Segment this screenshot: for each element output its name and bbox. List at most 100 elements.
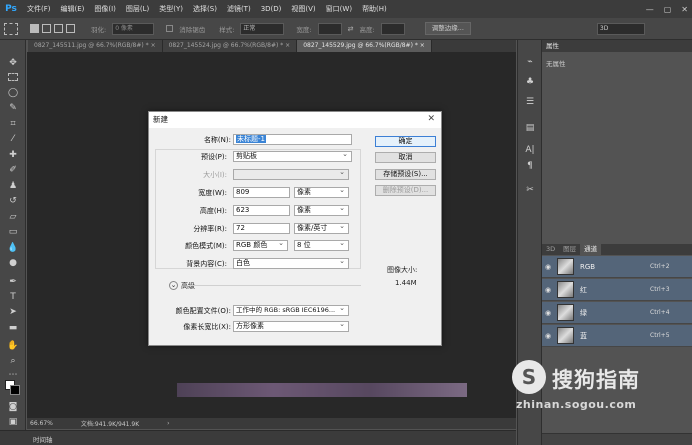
width-unit-select[interactable]: 像素 <box>294 186 349 198</box>
properties-icon[interactable]: ✂ <box>524 184 536 196</box>
advanced-toggle-icon[interactable]: ⌄ <box>169 281 178 290</box>
actions-icon[interactable]: ♣ <box>524 76 536 88</box>
doc-tab-3[interactable]: 0827_145529.jpg @ 66.7%(RGB/8#) * × <box>297 40 432 52</box>
eye-icon[interactable]: ◉ <box>542 332 554 340</box>
dodge-tool-icon[interactable]: ● <box>7 258 19 268</box>
properties-tab[interactable]: 属性 <box>542 40 692 52</box>
menu-edit[interactable]: 编辑(E) <box>56 0 90 18</box>
eye-icon[interactable]: ◉ <box>542 286 554 294</box>
height-unit-select[interactable]: 像素 <box>294 204 349 216</box>
menu-image[interactable]: 图像(I) <box>89 0 121 18</box>
cancel-button[interactable]: 取消 <box>375 152 436 163</box>
history-brush-icon[interactable]: ↺ <box>7 196 19 206</box>
eraser-tool-icon[interactable]: ▱ <box>7 212 19 222</box>
quick-select-tool-icon[interactable]: ✎ <box>7 103 19 113</box>
timeline-tab[interactable]: 时间轴 <box>33 434 53 444</box>
channel-row-red[interactable]: ◉ 红 Ctrl+3 <box>542 279 692 301</box>
aspect-select[interactable]: 方形像素 <box>233 320 349 332</box>
blur-tool-icon[interactable]: 💧 <box>7 243 19 253</box>
marquee-tool-icon[interactable] <box>4 22 18 35</box>
workspace-select[interactable]: 3D <box>596 22 645 35</box>
tab-layers[interactable]: 图层 <box>559 244 580 255</box>
minimize-icon[interactable]: — <box>646 5 654 14</box>
marquee-tool-icon[interactable] <box>8 73 18 81</box>
width-input[interactable] <box>317 22 342 35</box>
feather-input[interactable]: 0 像素 <box>112 22 155 35</box>
eye-icon[interactable]: ◉ <box>542 309 554 317</box>
doc-tab-2[interactable]: 0827_145524.jpg @ 66.7%(RGB/8#) * × <box>162 40 298 52</box>
status-arrow-icon[interactable]: › <box>167 420 169 427</box>
bit-depth-select[interactable]: 8 位 <box>294 239 349 251</box>
pen-tool-icon[interactable]: ✒ <box>7 277 19 287</box>
healing-tool-icon[interactable]: ✚ <box>7 150 19 160</box>
height-input[interactable] <box>380 22 405 35</box>
swap-icon[interactable]: ⇄ <box>348 25 354 33</box>
height-input[interactable]: 623 <box>233 205 290 216</box>
background-color-swatch[interactable] <box>10 385 20 395</box>
menu-3d[interactable]: 3D(D) <box>256 0 287 18</box>
tab-close-icon[interactable]: × <box>285 42 290 49</box>
name-input[interactable]: 未标题-1 <box>233 134 352 145</box>
menu-select[interactable]: 选择(S) <box>188 0 222 18</box>
hand-tool-icon[interactable]: ✋ <box>7 341 19 351</box>
menu-type[interactable]: 类型(Y) <box>154 0 188 18</box>
delete-preset-button[interactable]: 删除预设(D)... <box>375 185 436 196</box>
color-mode-select[interactable]: RGB 颜色 <box>233 239 288 251</box>
history-icon[interactable]: ⌁ <box>524 56 536 68</box>
background-select[interactable]: 白色 <box>233 257 349 269</box>
adjustments-icon[interactable]: ☰ <box>524 96 536 108</box>
menu-view[interactable]: 视图(V) <box>286 0 320 18</box>
profile-select[interactable]: 工作中的 RGB: sRGB IEC6196... <box>233 305 349 316</box>
edit-toolbar-icon[interactable]: ⋯ <box>7 370 19 380</box>
screen-mode-icon[interactable]: ▣ <box>7 417 19 427</box>
antialias-checkbox[interactable] <box>166 25 174 32</box>
menu-file[interactable]: 文件(F) <box>22 0 56 18</box>
lasso-tool-icon[interactable]: ◯ <box>7 88 19 98</box>
width-input[interactable]: 809 <box>233 187 290 198</box>
style-select[interactable]: 正常 <box>240 22 285 35</box>
save-preset-button[interactable]: 存储预设(S)... <box>375 169 436 180</box>
preset-select[interactable]: 剪贴板 <box>233 150 352 162</box>
tab-close-icon[interactable]: × <box>151 42 156 49</box>
menu-window[interactable]: 窗口(W) <box>321 0 357 18</box>
paragraph-icon[interactable]: ¶ <box>524 160 536 172</box>
refine-edge-button[interactable]: 调整边缘... <box>424 22 471 35</box>
type-tool-icon[interactable]: T <box>7 292 19 302</box>
gradient-tool-icon[interactable]: ▭ <box>7 227 19 237</box>
menu-help[interactable]: 帮助(H) <box>357 0 392 18</box>
eyedropper-tool-icon[interactable]: ⁄ <box>7 134 19 144</box>
character-icon[interactable]: A| <box>524 144 536 156</box>
selection-mode-icons[interactable] <box>30 24 75 33</box>
advanced-label[interactable]: 高级 <box>181 281 195 291</box>
channel-row-blue[interactable]: ◉ 蓝 Ctrl+5 <box>542 325 692 347</box>
tab-channels[interactable]: 通道 <box>580 244 602 255</box>
stamp-tool-icon[interactable]: ♟ <box>7 181 19 191</box>
brush-tool-icon[interactable]: ✐ <box>7 165 19 175</box>
eye-icon[interactable]: ◉ <box>542 263 554 271</box>
close-icon[interactable]: ✕ <box>681 5 688 14</box>
menu-layer[interactable]: 图层(L) <box>121 0 154 18</box>
shape-tool-icon[interactable]: ▬ <box>7 323 19 333</box>
size-select[interactable] <box>233 168 349 180</box>
resolution-input[interactable]: 72 <box>233 223 290 234</box>
channel-row-green[interactable]: ◉ 绿 Ctrl+4 <box>542 302 692 324</box>
maximize-icon[interactable]: ▢ <box>664 5 672 14</box>
tab-close-icon[interactable]: × <box>420 42 425 49</box>
menu-filter[interactable]: 滤镜(T) <box>222 0 256 18</box>
image-size-value: 1.44M <box>395 279 417 287</box>
sogou-watermark: S 搜狗指南 zhinan.sogou.com <box>512 360 687 411</box>
ok-button[interactable]: 确定 <box>375 136 436 147</box>
quick-mask-icon[interactable]: ◙ <box>7 402 19 412</box>
info-icon[interactable]: ▤ <box>524 122 536 134</box>
zoom-level[interactable]: 66.67% <box>30 420 53 427</box>
doc-tab-1[interactable]: 0827_145511.jpg @ 66.7%(RGB/8#) * × <box>28 40 163 52</box>
zoom-tool-icon[interactable]: ⌕ <box>7 356 19 366</box>
crop-tool-icon[interactable]: ⌗ <box>7 119 19 129</box>
move-tool-icon[interactable]: ✥ <box>7 58 19 68</box>
channel-row-rgb[interactable]: ◉ RGB Ctrl+2 <box>542 256 692 278</box>
path-select-tool-icon[interactable]: ➤ <box>7 307 19 317</box>
resolution-unit-select[interactable]: 像素/英寸 <box>294 222 349 234</box>
tab-3d[interactable]: 3D <box>542 244 559 255</box>
dialog-close-icon[interactable]: ✕ <box>427 114 435 124</box>
channels-tabs: 3D 图层 通道 <box>542 244 692 255</box>
